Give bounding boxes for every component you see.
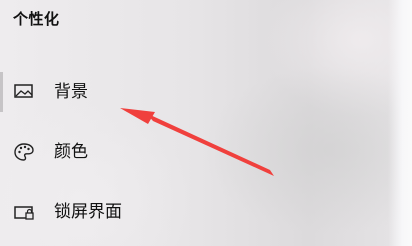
nav-item-background[interactable]: 背景	[0, 74, 300, 110]
nav-item-label-color: 颜色	[54, 142, 88, 162]
nav-item-label-background: 背景	[54, 82, 88, 102]
image-icon	[13, 82, 35, 102]
palette-icon	[13, 142, 35, 162]
window-edge	[388, 0, 412, 246]
page-title: 个性化	[13, 10, 60, 28]
nav-item-lock-screen[interactable]: 锁屏界面	[0, 194, 300, 230]
lock-screen-icon	[13, 202, 35, 222]
nav-item-label-lock-screen: 锁屏界面	[54, 202, 122, 222]
nav-item-color[interactable]: 颜色	[0, 134, 300, 170]
